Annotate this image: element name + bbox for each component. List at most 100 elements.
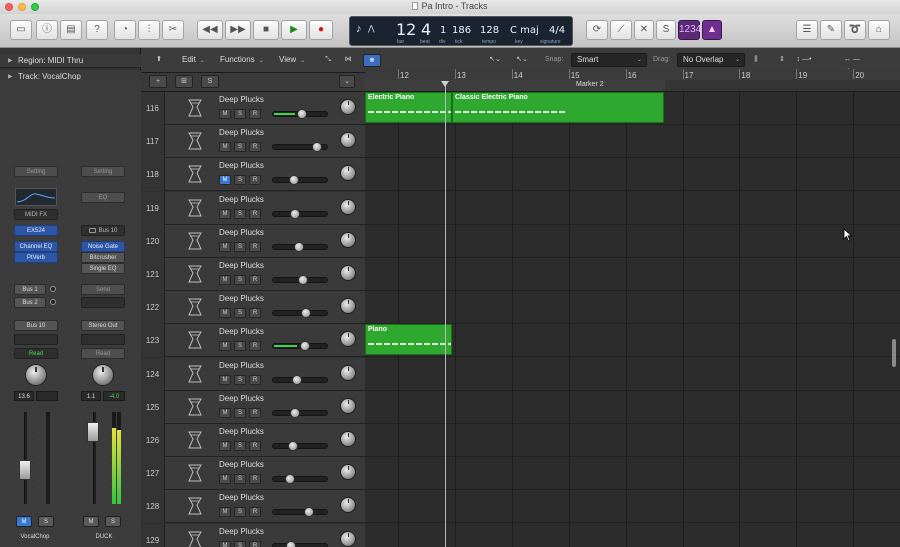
- track-record-button[interactable]: R: [249, 507, 261, 518]
- track-pan-knob[interactable]: [340, 431, 356, 447]
- forward-button[interactable]: ▶▶: [225, 20, 251, 40]
- send-slot[interactable]: Send: [81, 284, 125, 295]
- track-volume-slider[interactable]: [272, 175, 328, 186]
- track-volume-knob[interactable]: [293, 241, 304, 252]
- insert-slot-2[interactable]: PtVerb: [14, 252, 58, 263]
- track-solo-button[interactable]: S: [234, 341, 246, 352]
- track-volume-slider[interactable]: [272, 208, 328, 219]
- track-solo-button[interactable]: S: [234, 142, 246, 153]
- track-name[interactable]: Deep Plucks: [219, 294, 264, 303]
- notepad-button[interactable]: ✎: [820, 20, 842, 40]
- track-name[interactable]: Deep Plucks: [219, 128, 264, 137]
- stop-button[interactable]: ■: [253, 20, 279, 40]
- track-name[interactable]: Deep Plucks: [219, 161, 264, 170]
- solo-button[interactable]: S: [656, 20, 676, 40]
- track-volume-slider[interactable]: [272, 308, 328, 319]
- snap-grid-button[interactable]: ⋇: [363, 54, 381, 67]
- track-volume-slider[interactable]: [272, 341, 328, 352]
- send-slot-1[interactable]: Bus 1: [14, 284, 46, 295]
- smart-controls-button[interactable]: ◔: [114, 20, 136, 40]
- track-header[interactable]: 125 Deep Plucks M S R: [141, 390, 365, 424]
- track-volume-knob[interactable]: [292, 374, 303, 385]
- track-pan-knob[interactable]: [340, 397, 356, 414]
- track-pan-knob[interactable]: [340, 265, 356, 281]
- track-volume-slider[interactable]: [272, 374, 328, 385]
- automation-mode[interactable]: Read: [14, 348, 58, 359]
- track-volume-slider[interactable]: [272, 109, 328, 119]
- vertical-scrollbar[interactable]: [892, 339, 896, 367]
- metronome-button[interactable]: ▲: [702, 20, 722, 40]
- midi-region[interactable]: Classic Electric Piano: [452, 92, 664, 123]
- track-header[interactable]: 123 Deep Plucks M S R: [141, 324, 365, 358]
- track-name[interactable]: Deep Plucks: [219, 427, 264, 436]
- waveform-zoom-button[interactable]: ⫼: [747, 54, 765, 67]
- eq-thumbnail[interactable]: [15, 188, 57, 206]
- track-mute-button[interactable]: M: [219, 208, 231, 219]
- track-name[interactable]: Deep Plucks: [219, 195, 264, 204]
- view-menu[interactable]: View ⌄: [275, 53, 305, 67]
- track-record-button[interactable]: R: [249, 109, 261, 119]
- track-record-button[interactable]: R: [249, 208, 261, 219]
- track-volume-slider[interactable]: [272, 474, 328, 485]
- track-header[interactable]: 117 Deep Plucks M S R: [141, 125, 365, 159]
- track-header[interactable]: 127 Deep Plucks M S R: [141, 457, 365, 491]
- flex-button[interactable]: ⋈: [339, 54, 357, 67]
- track-solo-button[interactable]: S: [234, 507, 246, 518]
- track-solo-button[interactable]: S: [234, 441, 246, 451]
- vertical-zoom-slider[interactable]: ↕ —•—: [795, 54, 813, 74]
- global-tracks-button[interactable]: ⌄: [339, 75, 355, 88]
- track-solo-button[interactable]: S: [234, 540, 246, 547]
- midi-region[interactable]: Electric Piano: [365, 92, 452, 123]
- input-slot[interactable]: Bus 10: [81, 225, 125, 236]
- browser-button[interactable]: ⌂: [868, 20, 890, 40]
- track-mute-button[interactable]: M: [219, 308, 231, 319]
- snap-select[interactable]: Smart ⌄: [571, 53, 647, 67]
- track-header[interactable]: 129 Deep Plucks M S R: [141, 523, 365, 547]
- library-button[interactable]: ▭: [10, 20, 32, 40]
- drag-select[interactable]: No Overlap ⌄: [677, 53, 745, 67]
- track-name[interactable]: Deep Plucks: [219, 361, 264, 370]
- output-slot[interactable]: Stereo Out: [81, 320, 125, 331]
- quick-help-button[interactable]: ?: [86, 20, 108, 40]
- track-name[interactable]: Deep Plucks: [219, 261, 264, 270]
- volume-fader-track[interactable]: [24, 412, 27, 504]
- track-name[interactable]: Deep Plucks: [219, 327, 264, 336]
- track-pan-knob[interactable]: [340, 464, 356, 481]
- catch-button[interactable]: ⬆: [150, 54, 168, 67]
- group-slot[interactable]: [14, 334, 58, 345]
- track-volume-knob[interactable]: [290, 407, 301, 418]
- instrument-slot[interactable]: EX524: [14, 225, 58, 236]
- track-record-button[interactable]: R: [249, 175, 261, 186]
- solo-button[interactable]: S: [105, 516, 121, 527]
- disclosure-triangle-icon[interactable]: ▶: [8, 54, 13, 68]
- track-volume-slider[interactable]: [272, 441, 328, 451]
- track-mute-button[interactable]: M: [219, 341, 231, 352]
- track-mute-button[interactable]: M: [219, 142, 231, 153]
- track-mute-button[interactable]: M: [219, 374, 231, 385]
- track-mute-button[interactable]: M: [219, 407, 231, 418]
- volume-fader[interactable]: [87, 422, 99, 442]
- mute-button[interactable]: M: [83, 516, 99, 527]
- track-header[interactable]: 121 Deep Plucks M S R: [141, 258, 365, 291]
- send-slot-empty[interactable]: [81, 297, 125, 308]
- functions-menu[interactable]: Functions ⌄: [216, 53, 264, 67]
- send-level-icon[interactable]: [50, 286, 56, 292]
- volume-fader[interactable]: [19, 460, 31, 480]
- track-record-button[interactable]: R: [249, 275, 261, 285]
- track-name[interactable]: Deep Plucks: [219, 95, 264, 104]
- track-volume-knob[interactable]: [285, 540, 296, 547]
- track-record-button[interactable]: R: [249, 241, 261, 252]
- mute-button[interactable]: M: [16, 516, 32, 527]
- pointer-tool[interactable]: ↖⌄: [486, 54, 504, 67]
- track-volume-knob[interactable]: [300, 308, 311, 319]
- toolbar-button[interactable]: ▤: [60, 20, 82, 40]
- count-in-button[interactable]: 1234: [678, 20, 701, 40]
- marker-2[interactable]: Marker 2: [576, 81, 604, 88]
- link-button[interactable]: ⤡: [319, 54, 337, 67]
- track-pan-knob[interactable]: [340, 497, 356, 514]
- play-button[interactable]: ▶: [281, 20, 307, 40]
- setting-button[interactable]: Setting: [14, 166, 58, 177]
- insert-slot-1[interactable]: Channel EQ: [14, 241, 58, 252]
- track-volume-knob[interactable]: [289, 175, 300, 186]
- track-solo-button[interactable]: S: [234, 407, 246, 418]
